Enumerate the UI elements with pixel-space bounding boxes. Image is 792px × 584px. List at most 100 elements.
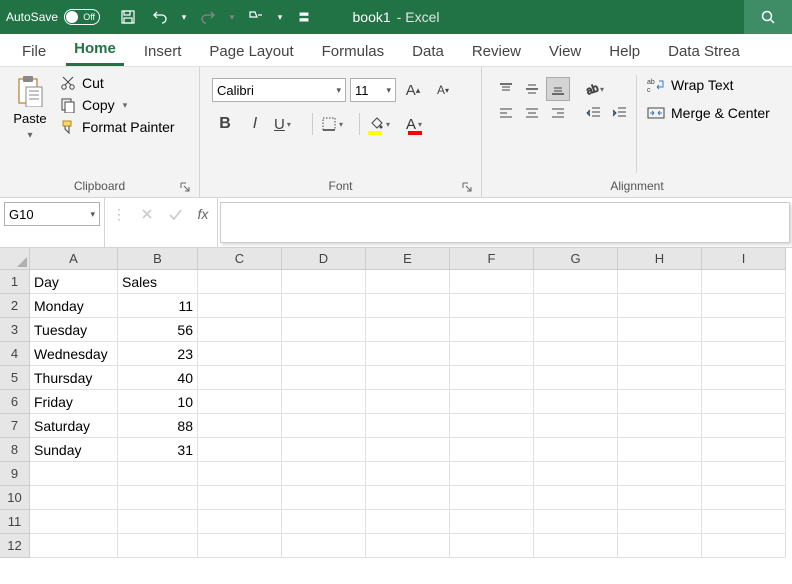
qat-customize-icon[interactable]: 〓 xyxy=(290,3,318,31)
row-header-5[interactable]: 5 xyxy=(0,366,30,390)
cell-D6[interactable] xyxy=(282,390,366,414)
cell-F2[interactable] xyxy=(450,294,534,318)
cell-F9[interactable] xyxy=(450,462,534,486)
column-header-D[interactable]: D xyxy=(282,248,366,270)
column-header-E[interactable]: E xyxy=(366,248,450,270)
cell-A3[interactable]: Tuesday xyxy=(30,318,118,342)
column-header-A[interactable]: A xyxy=(30,248,118,270)
cell-C12[interactable] xyxy=(198,534,282,558)
tab-home[interactable]: Home xyxy=(66,34,124,66)
cell-E11[interactable] xyxy=(366,510,450,534)
cell-A11[interactable] xyxy=(30,510,118,534)
cell-E5[interactable] xyxy=(366,366,450,390)
paste-button[interactable]: Paste ▾ xyxy=(8,71,52,177)
cell-A10[interactable] xyxy=(30,486,118,510)
cell-A5[interactable]: Thursday xyxy=(30,366,118,390)
cell-H8[interactable] xyxy=(618,438,702,462)
font-name-selector[interactable]: Calibri▾ xyxy=(212,78,346,102)
cell-A12[interactable] xyxy=(30,534,118,558)
cell-H5[interactable] xyxy=(618,366,702,390)
align-bottom-icon[interactable] xyxy=(546,77,570,101)
decrease-indent-icon[interactable] xyxy=(582,101,606,125)
cell-C11[interactable] xyxy=(198,510,282,534)
cell-G7[interactable] xyxy=(534,414,618,438)
merge-center-button[interactable]: Merge & Center xyxy=(647,105,770,121)
cell-F4[interactable] xyxy=(450,342,534,366)
cell-G6[interactable] xyxy=(534,390,618,414)
decrease-font-icon[interactable]: A▾ xyxy=(430,77,456,103)
touch-mode-icon[interactable] xyxy=(242,3,270,31)
align-center-icon[interactable] xyxy=(520,101,544,125)
cell-C2[interactable] xyxy=(198,294,282,318)
cell-I12[interactable] xyxy=(702,534,786,558)
cell-F12[interactable] xyxy=(450,534,534,558)
cell-I4[interactable] xyxy=(702,342,786,366)
cell-F3[interactable] xyxy=(450,318,534,342)
row-header-6[interactable]: 6 xyxy=(0,390,30,414)
cell-H12[interactable] xyxy=(618,534,702,558)
tab-review[interactable]: Review xyxy=(464,37,529,66)
row-header-1[interactable]: 1 xyxy=(0,270,30,294)
cell-B3[interactable]: 56 xyxy=(118,318,198,342)
row-header-8[interactable]: 8 xyxy=(0,438,30,462)
cell-E8[interactable] xyxy=(366,438,450,462)
row-header-4[interactable]: 4 xyxy=(0,342,30,366)
cell-B1[interactable]: Sales xyxy=(118,270,198,294)
formula-input[interactable] xyxy=(220,202,790,243)
redo-icon[interactable] xyxy=(194,3,222,31)
cell-H9[interactable] xyxy=(618,462,702,486)
row-header-2[interactable]: 2 xyxy=(0,294,30,318)
cell-C10[interactable] xyxy=(198,486,282,510)
cell-D4[interactable] xyxy=(282,342,366,366)
cell-G10[interactable] xyxy=(534,486,618,510)
insert-function-icon[interactable]: fx xyxy=(189,202,217,226)
increase-font-icon[interactable]: A▴ xyxy=(400,77,426,103)
row-header-12[interactable]: 12 xyxy=(0,534,30,558)
tab-data[interactable]: Data xyxy=(404,37,452,66)
tab-help[interactable]: Help xyxy=(601,37,648,66)
tab-page-layout[interactable]: Page Layout xyxy=(201,37,301,66)
align-left-icon[interactable] xyxy=(494,101,518,125)
cell-G3[interactable] xyxy=(534,318,618,342)
cell-A8[interactable]: Sunday xyxy=(30,438,118,462)
cell-C3[interactable] xyxy=(198,318,282,342)
cell-B5[interactable]: 40 xyxy=(118,366,198,390)
cell-F10[interactable] xyxy=(450,486,534,510)
autosave-switch[interactable]: Off xyxy=(64,9,100,25)
cell-D10[interactable] xyxy=(282,486,366,510)
cell-I5[interactable] xyxy=(702,366,786,390)
clipboard-dialog-launcher-icon[interactable] xyxy=(179,181,191,193)
cell-F7[interactable] xyxy=(450,414,534,438)
cell-G5[interactable] xyxy=(534,366,618,390)
save-icon[interactable] xyxy=(114,3,142,31)
cell-F11[interactable] xyxy=(450,510,534,534)
cell-F8[interactable] xyxy=(450,438,534,462)
cell-D3[interactable] xyxy=(282,318,366,342)
tab-view[interactable]: View xyxy=(541,37,589,66)
cell-D7[interactable] xyxy=(282,414,366,438)
cell-G9[interactable] xyxy=(534,462,618,486)
cell-I6[interactable] xyxy=(702,390,786,414)
cell-A1[interactable]: Day xyxy=(30,270,118,294)
cell-G8[interactable] xyxy=(534,438,618,462)
cell-I8[interactable] xyxy=(702,438,786,462)
column-header-F[interactable]: F xyxy=(450,248,534,270)
cell-G2[interactable] xyxy=(534,294,618,318)
cell-E4[interactable] xyxy=(366,342,450,366)
cell-F5[interactable] xyxy=(450,366,534,390)
cell-E2[interactable] xyxy=(366,294,450,318)
cell-I10[interactable] xyxy=(702,486,786,510)
cell-B12[interactable] xyxy=(118,534,198,558)
cell-G12[interactable] xyxy=(534,534,618,558)
cell-C4[interactable] xyxy=(198,342,282,366)
enter-formula-icon[interactable] xyxy=(161,202,189,226)
cut-button[interactable]: Cut xyxy=(60,75,175,91)
cell-B4[interactable]: 23 xyxy=(118,342,198,366)
cell-B7[interactable]: 88 xyxy=(118,414,198,438)
bold-button[interactable]: B xyxy=(212,111,238,137)
cell-D5[interactable] xyxy=(282,366,366,390)
tab-data-strea[interactable]: Data Strea xyxy=(660,37,748,66)
row-header-9[interactable]: 9 xyxy=(0,462,30,486)
fill-color-button[interactable]: ▾ xyxy=(366,111,400,137)
cell-D11[interactable] xyxy=(282,510,366,534)
